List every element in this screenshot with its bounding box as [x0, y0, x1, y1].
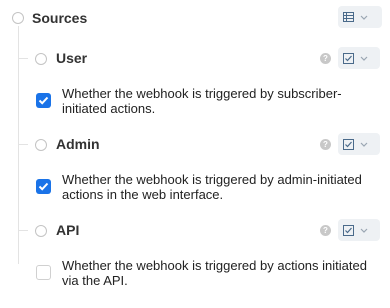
- help-icon[interactable]: ?: [320, 225, 331, 236]
- api-type-button[interactable]: [338, 219, 380, 241]
- chevron-down-icon: [360, 56, 368, 61]
- chevron-down-icon: [360, 142, 368, 147]
- user-title: User: [56, 50, 88, 66]
- checkbox-icon: [343, 138, 354, 150]
- tree-branch-user: [18, 58, 28, 59]
- user-checkbox[interactable]: [36, 93, 51, 108]
- checkbox-icon: [343, 224, 354, 236]
- user-radio[interactable]: [35, 53, 47, 65]
- user-type-button[interactable]: [338, 47, 380, 69]
- checkmark-icon: [38, 182, 49, 191]
- tree-branch-api: [18, 230, 28, 231]
- admin-checkbox[interactable]: [36, 179, 51, 194]
- help-icon[interactable]: ?: [320, 53, 331, 64]
- tree-line-main: [18, 26, 19, 264]
- checkbox-icon: [343, 52, 354, 64]
- sources-radio[interactable]: [12, 12, 24, 24]
- sources-title: Sources: [32, 10, 88, 26]
- checkmark-icon: [38, 96, 49, 105]
- api-radio[interactable]: [35, 225, 47, 237]
- tree-branch-admin: [18, 144, 28, 145]
- api-title: API: [56, 222, 80, 238]
- admin-description: Whether the webhook is triggered by admi…: [62, 172, 362, 202]
- admin-title: Admin: [56, 136, 100, 152]
- help-icon[interactable]: ?: [320, 139, 331, 150]
- api-checkbox[interactable]: [36, 265, 51, 280]
- chevron-down-icon: [360, 228, 368, 233]
- admin-type-button[interactable]: [338, 133, 380, 155]
- sources-type-button[interactable]: [338, 6, 382, 28]
- user-description: Whether the webhook is triggered by subs…: [62, 86, 342, 116]
- admin-radio[interactable]: [35, 139, 47, 151]
- api-description: Whether the webhook is triggered by acti…: [62, 258, 367, 288]
- chevron-down-icon: [360, 15, 368, 20]
- table-icon: [343, 12, 354, 22]
